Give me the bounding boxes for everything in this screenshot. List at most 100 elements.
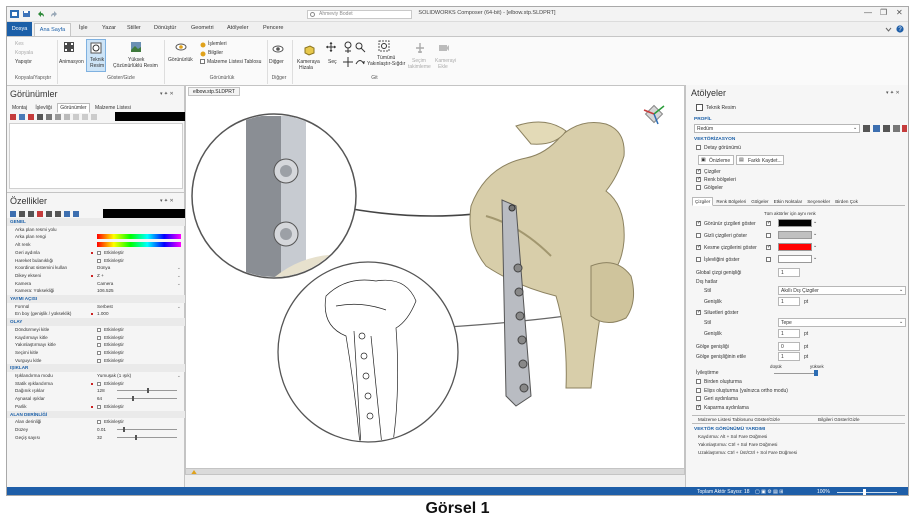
property-value[interactable]: Etkinleştir	[104, 349, 124, 357]
views-toolbar-icons[interactable]	[10, 113, 114, 121]
tab-transform[interactable]: Dönüştür	[154, 25, 176, 31]
save-as-button[interactable]: ▤ Farklı Kaydet...	[736, 155, 784, 165]
silhouette-width-input[interactable]: 1	[778, 329, 800, 338]
slider-thumb[interactable]	[132, 396, 134, 402]
paste-button[interactable]: Yapıştır	[15, 59, 32, 65]
high-res-image-icon[interactable]	[130, 41, 142, 53]
zoom-fit-icon[interactable]	[378, 40, 390, 52]
panel-pin-icon[interactable]: ▾ ✦ ✕	[160, 198, 174, 204]
cut-button[interactable]: Kes	[15, 41, 24, 47]
property-checkbox[interactable]	[97, 335, 101, 340]
zoom-icon[interactable]	[354, 41, 366, 53]
property-checkbox[interactable]	[97, 404, 101, 409]
smoothing-slider[interactable]	[774, 373, 818, 374]
tab-views[interactable]: Görünümler	[57, 103, 90, 113]
property-slider[interactable]	[117, 434, 177, 440]
other-icon[interactable]	[272, 43, 284, 55]
property-checkbox[interactable]	[97, 420, 101, 425]
property-slider[interactable]	[117, 396, 177, 402]
tab-home[interactable]: Ana Sayfa	[34, 23, 71, 36]
collapse-ribbon-icon[interactable]	[885, 26, 892, 33]
tab-multiple[interactable]: Birden Çok	[833, 198, 860, 205]
chevron-down-icon[interactable]: ⌄	[813, 255, 817, 261]
render-option-checkbox[interactable]	[696, 404, 701, 410]
property-checkbox[interactable]	[97, 381, 101, 386]
tab-markers[interactable]: İşlevliği	[32, 103, 54, 113]
same-color-checkbox[interactable]	[766, 257, 771, 262]
info-toggle-tab[interactable]: Bilgileri Göster/Gizle	[818, 417, 860, 422]
flight-icon[interactable]	[414, 42, 426, 54]
property-value[interactable]: Etkinleştir	[104, 380, 124, 388]
minimize-button[interactable]: —	[864, 8, 872, 17]
markers-button[interactable]: İşlemleri	[208, 41, 227, 47]
property-checkbox[interactable]	[97, 250, 101, 255]
property-section[interactable]: ALAN DERİNLİĞİ	[7, 410, 185, 419]
bom-toggle-tab[interactable]: Malzeme Listesi Tablosunu Göster/Gizle	[698, 417, 780, 422]
info-button[interactable]: Bilgiler	[208, 50, 223, 56]
outline-width-input[interactable]: 1	[778, 297, 800, 306]
line-color-swatch[interactable]	[778, 219, 812, 227]
tab-workshops[interactable]: Atölyeler	[227, 25, 248, 31]
silhouette-checkbox[interactable]	[696, 309, 701, 315]
detail-view-checkbox[interactable]	[696, 145, 701, 150]
chevron-down-icon[interactable]: ⌄	[177, 264, 181, 272]
add-camera-icon[interactable]	[438, 42, 450, 54]
profile-select[interactable]: Redüm ⌄	[694, 124, 860, 133]
zoom-slider[interactable]	[837, 492, 897, 493]
tab-author[interactable]: Yazar	[102, 25, 116, 31]
property-value[interactable]: Etkinleştir	[104, 341, 124, 349]
property-checkbox[interactable]	[97, 327, 101, 332]
help-icon[interactable]: ?	[896, 25, 904, 33]
shadow-width-input[interactable]: 0	[778, 342, 800, 351]
line-option-checkbox[interactable]	[696, 233, 701, 238]
property-value[interactable]: Etkinleştir	[104, 357, 124, 365]
chevron-down-icon[interactable]: ⌄	[813, 219, 817, 225]
animation-icon[interactable]	[63, 41, 75, 53]
property-section[interactable]: OLAY	[7, 318, 185, 326]
tab-assembly[interactable]: Montaj	[9, 103, 30, 113]
chevron-down-icon[interactable]: ⌄	[177, 372, 181, 380]
color-areas-checkbox[interactable]	[696, 176, 701, 182]
chevron-down-icon[interactable]: ⌄	[177, 272, 181, 280]
tab-process[interactable]: İşle	[79, 25, 88, 31]
global-width-input[interactable]: 1	[778, 268, 800, 277]
color-picker[interactable]	[97, 234, 181, 240]
property-slider[interactable]	[117, 388, 177, 394]
slider-thumb[interactable]	[147, 388, 149, 394]
line-option-checkbox[interactable]	[696, 257, 701, 262]
property-value[interactable]: Etkinleştir	[104, 403, 124, 411]
line-option-checkbox[interactable]	[696, 244, 701, 250]
property-value[interactable]: Z +	[97, 272, 104, 280]
property-value[interactable]: Dünya	[97, 264, 110, 272]
preview-button[interactable]: ▣ Önizleme	[698, 155, 734, 165]
chevron-down-icon[interactable]: ⌄	[813, 243, 817, 249]
property-checkbox[interactable]	[97, 358, 101, 363]
tab-window[interactable]: Pencere	[263, 25, 284, 31]
panel-pin-icon[interactable]: ▾ ✦ ✕	[886, 90, 900, 96]
outline-style-select[interactable]: Akıllı Dış Çizgiler ⌄	[778, 286, 906, 295]
property-value[interactable]: Yumuşak (1 ışık)	[97, 372, 131, 380]
same-color-checkbox[interactable]	[766, 220, 771, 226]
tab-options[interactable]: Seçenekler	[805, 198, 832, 205]
copy-button[interactable]: Kopyala	[15, 50, 33, 56]
file-menu[interactable]: Dosya	[7, 22, 32, 36]
zoom-slider-thumb[interactable]	[863, 489, 866, 495]
save-icon[interactable]	[22, 10, 31, 18]
tab-hotspots[interactable]: Etkin Noktalar	[772, 198, 805, 205]
panel-pin-icon[interactable]: ▾ ✦ ✕	[160, 91, 174, 97]
property-value[interactable]: Etkinleştir	[104, 257, 124, 265]
lines-checkbox[interactable]	[696, 168, 701, 174]
slider-thumb[interactable]	[135, 434, 137, 440]
chevron-down-icon[interactable]: ⌄	[813, 231, 817, 237]
profile-toolbar-icons[interactable]	[863, 124, 907, 133]
select-arrows-icon[interactable]	[325, 41, 337, 53]
views-filter-field[interactable]	[115, 112, 185, 121]
pan-icon[interactable]	[342, 56, 354, 68]
property-checkbox[interactable]	[97, 350, 101, 355]
property-value[interactable]: Camera	[97, 280, 113, 288]
shadows-checkbox[interactable]	[696, 185, 701, 190]
property-value[interactable]: Etkinleştir	[104, 418, 124, 426]
property-value[interactable]: Serbest	[97, 303, 113, 311]
property-slider[interactable]	[117, 426, 177, 432]
tab-shadows[interactable]: Gölgeler	[749, 198, 770, 205]
